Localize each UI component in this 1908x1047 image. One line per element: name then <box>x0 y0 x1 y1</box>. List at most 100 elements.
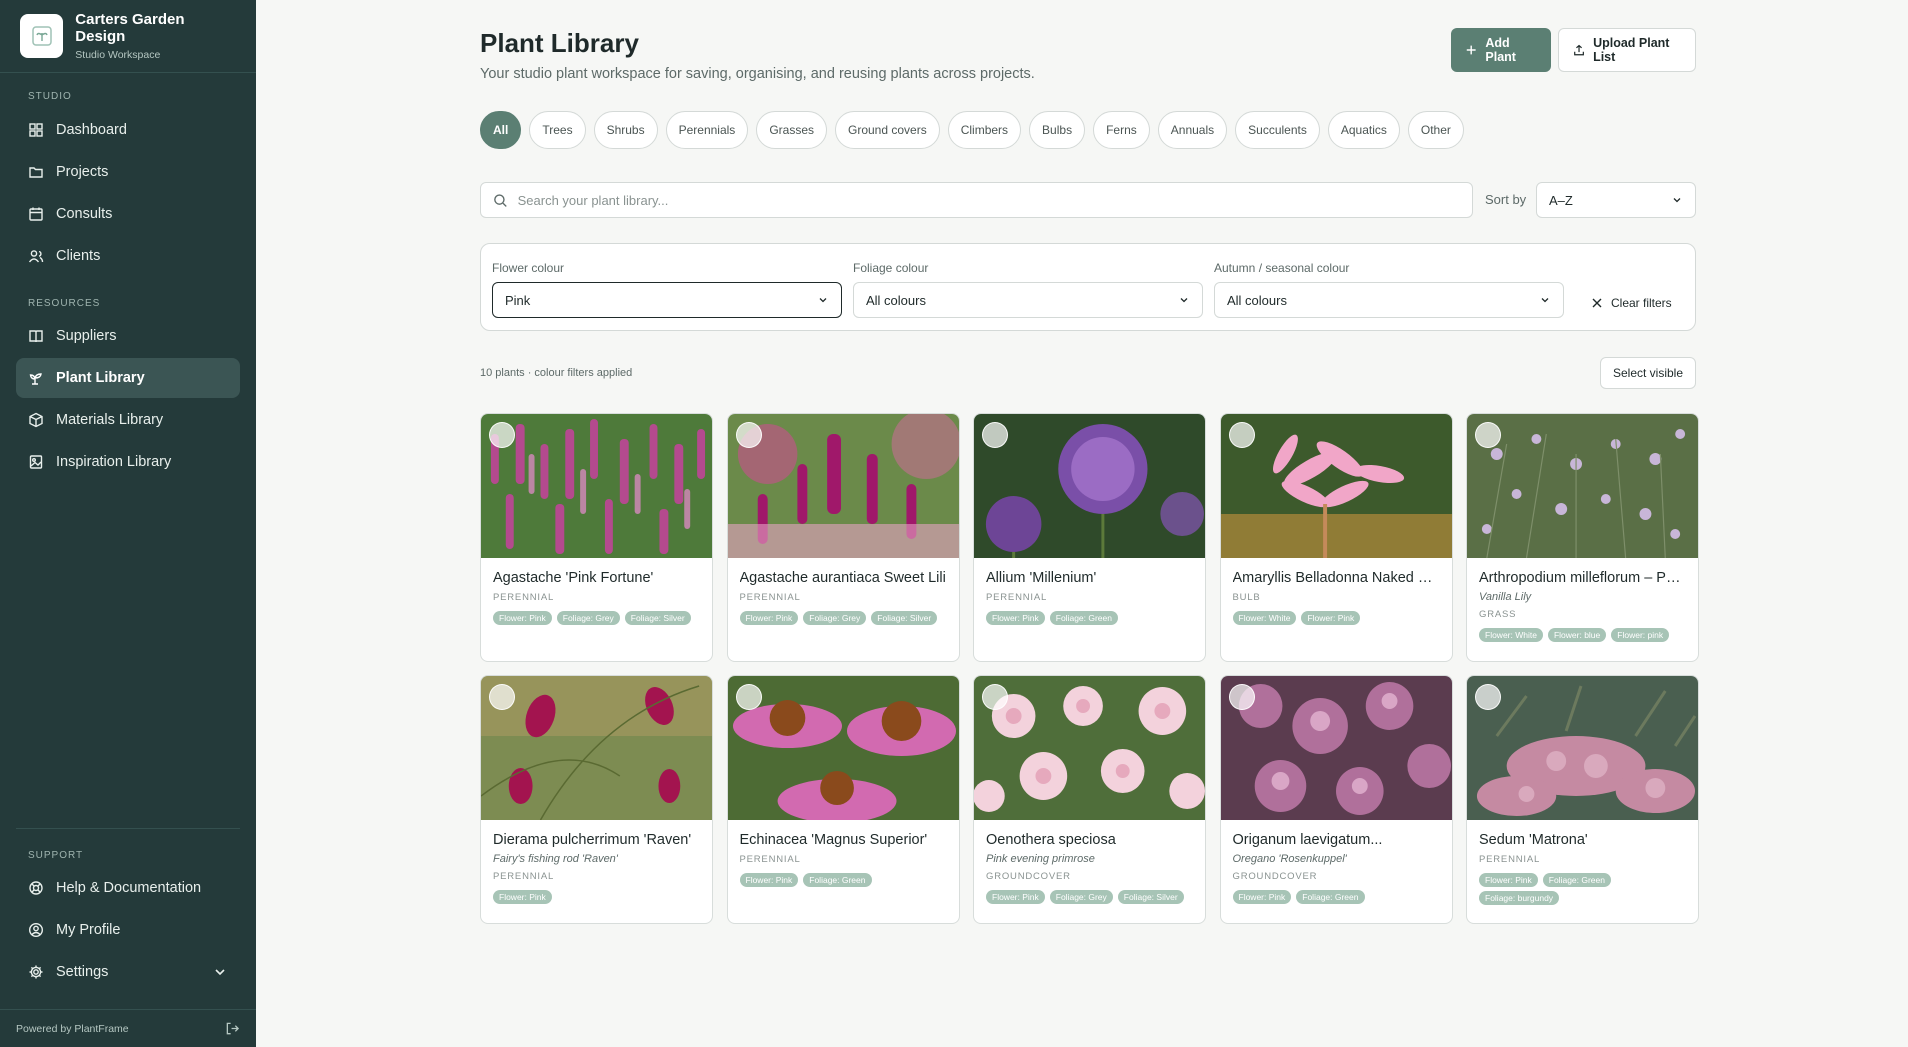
sidebar-item-settings[interactable]: Settings <box>16 952 240 992</box>
select-checkbox[interactable] <box>982 684 1008 710</box>
sidebar-item-label: Projects <box>56 164 109 180</box>
search-input[interactable] <box>517 192 1460 208</box>
flower-colour-select[interactable]: Pink <box>492 282 842 318</box>
sidebar-item-label: Clients <box>56 248 101 264</box>
sidebar-item-label: Settings <box>56 964 109 980</box>
chip-bulbs[interactable]: Bulbs <box>1029 111 1086 149</box>
select-checkbox[interactable] <box>489 422 515 448</box>
chevron-down-icon <box>1180 298 1188 303</box>
colour-tag: Flower: Pink <box>1232 890 1292 904</box>
sidebar-item-plant-library[interactable]: Plant Library <box>16 358 240 398</box>
sidebar-item-suppliers[interactable]: Suppliers <box>16 316 240 356</box>
colour-tag: Flower: White <box>1232 611 1297 625</box>
colour-tag: Foliage: Silver <box>624 611 691 625</box>
chevron-down-icon <box>819 298 827 303</box>
logout-icon[interactable] <box>225 1021 240 1036</box>
plant-card[interactable]: Arthropodium milleflorum – Pal... Vanill… <box>1466 413 1699 662</box>
plant-card[interactable]: Echinacea 'Magnus Superior' PERENNIAL Fl… <box>726 675 960 924</box>
colour-tag: Flower: Pink <box>1479 873 1538 887</box>
section-label-resources: RESOURCES <box>28 298 101 309</box>
select-visible-button[interactable]: Select visible <box>1600 357 1696 389</box>
sidebar-item-label: Help & Documentation <box>56 880 202 896</box>
flower-colour-filter: Flower colour Pink <box>492 261 842 318</box>
plant-photo <box>481 414 712 558</box>
colour-filter-panel: Flower colour Pink Foliage colour All co… <box>480 243 1696 331</box>
sidebar-item-my-profile[interactable]: My Profile <box>16 910 240 950</box>
sidebar-item-projects[interactable]: Projects <box>16 152 240 192</box>
chip-annuals[interactable]: Annuals <box>1157 111 1228 149</box>
chip-trees[interactable]: Trees <box>529 111 586 149</box>
plant-name: Amaryllis Belladonna Naked Lad... <box>1232 570 1440 586</box>
sidebar-item-consults[interactable]: Consults <box>16 194 240 234</box>
select-checkbox[interactable] <box>1228 684 1255 710</box>
book-icon <box>29 330 43 343</box>
colour-tag: Flower: Pink <box>986 611 1045 625</box>
plant-card[interactable]: Amaryllis Belladonna Naked Lad... BULB F… <box>1219 413 1453 662</box>
plant-card[interactable]: Sedum 'Matrona' PERENNIAL Flower: Pink F… <box>1466 675 1699 924</box>
sidebar-item-clients[interactable]: Clients <box>16 236 240 276</box>
chip-other[interactable]: Other <box>1407 111 1464 149</box>
brand-subtitle: Studio Workspace <box>75 49 161 61</box>
select-checkbox[interactable] <box>1475 684 1501 710</box>
plant-card[interactable]: Agastache 'Pink Fortune' PERENNIAL Flowe… <box>480 413 713 662</box>
plant-type: GRASS <box>1479 609 1517 620</box>
help-icon <box>29 881 43 895</box>
chip-climbers[interactable]: Climbers <box>947 111 1022 149</box>
plant-grid: Agastache 'Pink Fortune' PERENNIAL Flowe… <box>480 413 1699 924</box>
sidebar-footer: Powered by PlantFrame <box>0 1009 256 1047</box>
plant-card[interactable]: Oenothera speciosa Pink evening primrose… <box>973 675 1206 924</box>
upload-plant-list-button[interactable]: Upload Plant List <box>1558 28 1696 72</box>
upload-plant-list-label: Upload Plant List <box>1593 36 1670 64</box>
chip-grasses[interactable]: Grasses <box>756 111 827 149</box>
chip-aquatics[interactable]: Aquatics <box>1327 111 1400 149</box>
plant-name: Sedum 'Matrona' <box>1479 832 1588 848</box>
clear-filters-button[interactable]: Clear filters <box>1591 296 1672 310</box>
chevron-down-icon[interactable] <box>212 964 228 980</box>
chip-shrubs[interactable]: Shrubs <box>593 111 658 149</box>
colour-tag: Foliage: Green <box>803 873 872 887</box>
sort-select[interactable]: A–Z <box>1536 182 1696 218</box>
colour-tag: Foliage: Green <box>1049 611 1118 625</box>
colour-tag: Foliage: Grey <box>556 611 620 625</box>
chip-succulents[interactable]: Succulents <box>1235 111 1320 149</box>
select-checkbox[interactable] <box>735 684 762 710</box>
select-checkbox[interactable] <box>982 422 1008 448</box>
plant-type: PERENNIAL <box>739 854 801 865</box>
chip-ground-covers[interactable]: Ground covers <box>835 111 940 149</box>
page-subtitle: Your studio plant workspace for saving, … <box>480 66 1035 82</box>
plant-common-name: Oregano 'Rosenkuppel' <box>1232 853 1347 865</box>
autumn-colour-select[interactable]: All colours <box>1214 282 1564 318</box>
sidebar-item-help[interactable]: Help & Documentation <box>16 868 240 908</box>
sidebar-item-dashboard[interactable]: Dashboard <box>16 110 240 150</box>
plant-photo <box>1467 676 1698 820</box>
sidebar-item-inspiration-library[interactable]: Inspiration Library <box>16 442 240 482</box>
sidebar-item-label: Consults <box>56 206 113 222</box>
brand[interactable]: Carters Garden Design Studio Workspace <box>0 0 256 73</box>
plant-card[interactable]: Allium 'Millenium' PERENNIAL Flower: Pin… <box>973 413 1206 662</box>
plant-photo <box>727 676 959 820</box>
colour-tag: Flower: blue <box>1547 628 1607 642</box>
autumn-colour-value: All colours <box>1227 292 1287 308</box>
select-checkbox[interactable] <box>1228 422 1255 448</box>
select-checkbox[interactable] <box>735 422 762 448</box>
plant-card[interactable]: Origanum laevigatum... Oregano 'Rosenkup… <box>1219 675 1453 924</box>
colour-tag: Foliage: Silver <box>1117 890 1184 904</box>
chip-perennials[interactable]: Perennials <box>665 111 749 149</box>
add-plant-button[interactable]: Add Plant <box>1451 28 1551 72</box>
chip-ferns[interactable]: Ferns <box>1093 111 1150 149</box>
foliage-colour-select[interactable]: All colours <box>853 282 1203 318</box>
plant-card[interactable]: Dierama pulcherrimum 'Raven' Fairy's fis… <box>480 675 713 924</box>
plant-name: Origanum laevigatum... <box>1232 832 1383 848</box>
plant-type: PERENNIAL <box>986 592 1048 603</box>
plant-card[interactable]: Agastache aurantiaca Sweet Lili PERENNIA… <box>726 413 960 662</box>
close-icon <box>1592 298 1602 308</box>
category-chips: All Trees Shrubs Perennials Grasses Grou… <box>480 111 1472 149</box>
sidebar-item-materials-library[interactable]: Materials Library <box>16 400 240 440</box>
plant-name: Oenothera speciosa <box>986 832 1116 848</box>
select-checkbox[interactable] <box>1475 422 1501 448</box>
select-checkbox[interactable] <box>489 684 515 710</box>
nav-resources: Suppliers Plant Library Materials Librar… <box>16 316 240 484</box>
chip-all[interactable]: All <box>480 111 522 149</box>
colour-tag: Foliage: Grey <box>803 611 867 625</box>
plant-name: Echinacea 'Magnus Superior' <box>739 832 928 848</box>
